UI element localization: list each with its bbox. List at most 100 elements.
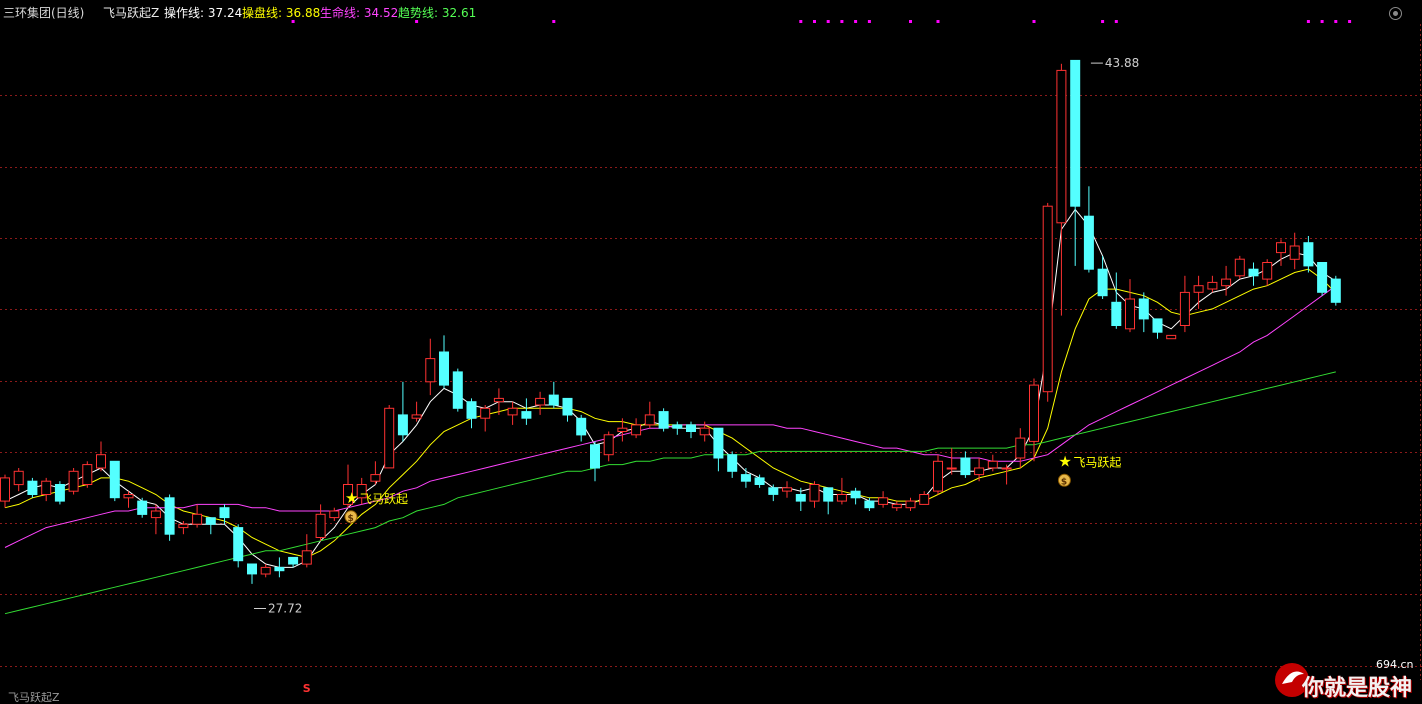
money-bag-symbol: $	[1061, 477, 1067, 487]
candle	[439, 335, 449, 389]
candle-body	[137, 500, 148, 515]
candle	[397, 381, 408, 442]
candle	[1083, 186, 1094, 273]
candle-body	[782, 487, 792, 492]
candle-body	[590, 444, 600, 469]
series-line	[4, 371, 1336, 615]
candle-body	[1330, 278, 1341, 303]
top-dot-marker	[1101, 20, 1105, 23]
candle-body	[1166, 334, 1177, 340]
star-icon: ★	[345, 489, 358, 507]
candle-body	[164, 497, 175, 535]
top-dot-marker	[936, 20, 940, 23]
candle	[1042, 202, 1053, 402]
candle	[507, 401, 518, 425]
candle-body	[1193, 285, 1204, 293]
candle	[795, 487, 806, 511]
candle	[535, 391, 546, 415]
candle-body	[41, 480, 52, 496]
candle-body	[919, 494, 930, 505]
candle	[1070, 59, 1081, 266]
candle	[260, 564, 271, 578]
candle	[1179, 275, 1190, 333]
candle-body	[1234, 258, 1245, 277]
candle-body	[836, 494, 847, 502]
candle-body	[1001, 467, 1012, 470]
candle-body	[1083, 215, 1094, 270]
candle	[905, 497, 916, 511]
candle	[727, 451, 738, 478]
top-dot-marker	[813, 20, 816, 23]
candle-body	[0, 477, 10, 502]
candle	[823, 487, 834, 515]
candle-body	[905, 500, 916, 509]
candle-body	[1179, 291, 1190, 326]
candle-body	[658, 411, 669, 429]
candle	[836, 477, 847, 505]
candle-body	[1317, 262, 1328, 293]
candle	[192, 504, 203, 528]
candle	[631, 418, 642, 439]
candle	[1138, 292, 1149, 333]
candle-body	[219, 507, 230, 519]
candle	[1303, 236, 1314, 273]
candle-body	[54, 484, 65, 502]
candle-body	[1097, 268, 1108, 297]
candle-body	[1056, 69, 1067, 224]
candle-body	[974, 467, 985, 476]
candle-body	[13, 470, 24, 486]
candle-body	[411, 414, 422, 419]
top-dot-marker	[826, 20, 830, 23]
candle	[109, 460, 120, 502]
candle-body	[631, 424, 642, 436]
candle-body	[370, 474, 381, 482]
candle	[1029, 378, 1039, 462]
candle	[1248, 262, 1259, 286]
candle	[768, 484, 779, 502]
candle-body	[562, 397, 573, 416]
candle-body	[1125, 298, 1135, 330]
candle-body	[205, 517, 216, 525]
candle-body	[672, 424, 683, 429]
candle-body	[1276, 242, 1286, 254]
signal-label: 飞马跃起	[360, 492, 408, 506]
candle	[548, 381, 559, 409]
top-dot-marker	[1306, 20, 1310, 23]
candlestick-chart[interactable]: 43.8827.72★ 飞马跃起$★ 飞马跃起$S	[0, 0, 1422, 702]
candle-body	[150, 510, 161, 519]
candle	[1317, 262, 1328, 296]
candle	[219, 504, 230, 525]
candle-body	[521, 411, 532, 419]
candle	[590, 441, 600, 482]
candle-body	[315, 513, 326, 538]
candle	[1152, 318, 1163, 339]
candle-body	[384, 407, 395, 469]
candle-body	[1248, 268, 1259, 277]
candle-body	[960, 457, 971, 476]
top-dot-marker	[552, 20, 556, 23]
candle-body	[439, 351, 449, 386]
candle	[878, 491, 889, 508]
candle	[41, 477, 52, 502]
candle	[1262, 259, 1273, 286]
candle	[1125, 279, 1135, 333]
candle	[233, 524, 244, 568]
candle	[1207, 275, 1218, 293]
candle-body	[27, 480, 38, 496]
candle	[658, 408, 669, 432]
candle	[603, 431, 614, 462]
candle	[96, 441, 106, 472]
candle-body	[247, 563, 257, 575]
candle-body	[480, 407, 491, 419]
candle-body	[1303, 242, 1314, 267]
candle	[919, 491, 930, 505]
candle-body	[535, 397, 546, 406]
candle-body	[301, 550, 312, 565]
candle	[521, 398, 532, 425]
candle	[411, 401, 422, 422]
candle-body	[96, 454, 106, 469]
sell-signal-label: S	[303, 682, 311, 695]
candle	[247, 563, 257, 584]
candle	[1234, 255, 1245, 280]
candle	[301, 534, 312, 568]
